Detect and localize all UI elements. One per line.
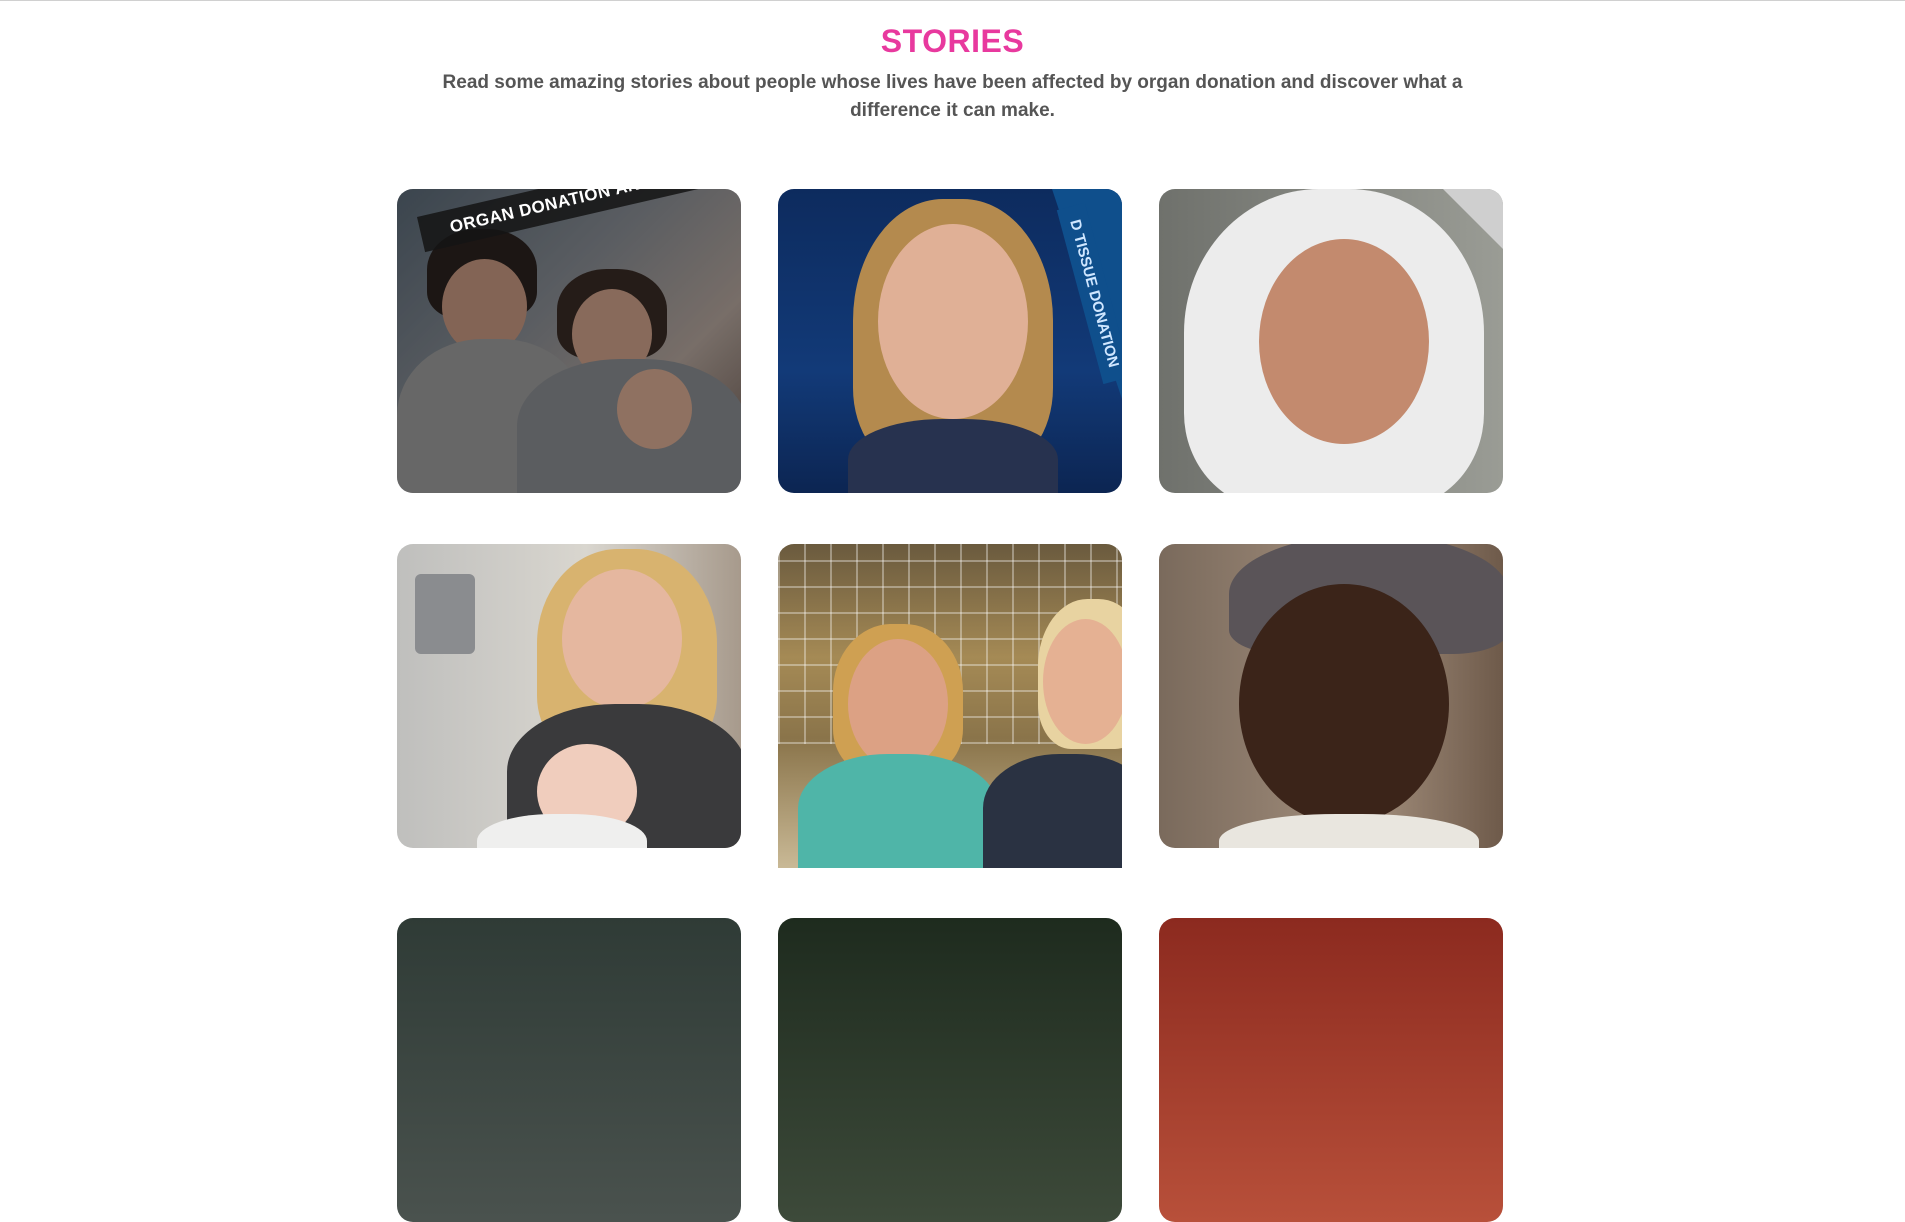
story-card-young-woman[interactable]: D TISSUE DONATION <box>778 189 1122 493</box>
story-image <box>397 918 741 1222</box>
story-card-man-cap[interactable] <box>1159 544 1503 848</box>
story-card-woman-headscarf[interactable] <box>1159 189 1503 493</box>
story-image <box>1159 918 1503 1222</box>
story-card-family[interactable]: ORGAN DONATION AND IN <box>397 189 741 493</box>
story-card-row3-middle[interactable] <box>778 918 1122 1222</box>
page-title: STORIES <box>880 23 1025 59</box>
story-card-two-women[interactable] <box>778 544 1122 868</box>
story-card-mother-baby[interactable] <box>397 544 741 848</box>
story-card-row3-left[interactable] <box>397 918 741 1222</box>
page-intro: Read some amazing stories about people w… <box>442 72 1463 121</box>
story-image <box>778 918 1122 1222</box>
story-card-row3-right[interactable] <box>1159 918 1503 1222</box>
picture-frame-icon <box>415 574 475 654</box>
